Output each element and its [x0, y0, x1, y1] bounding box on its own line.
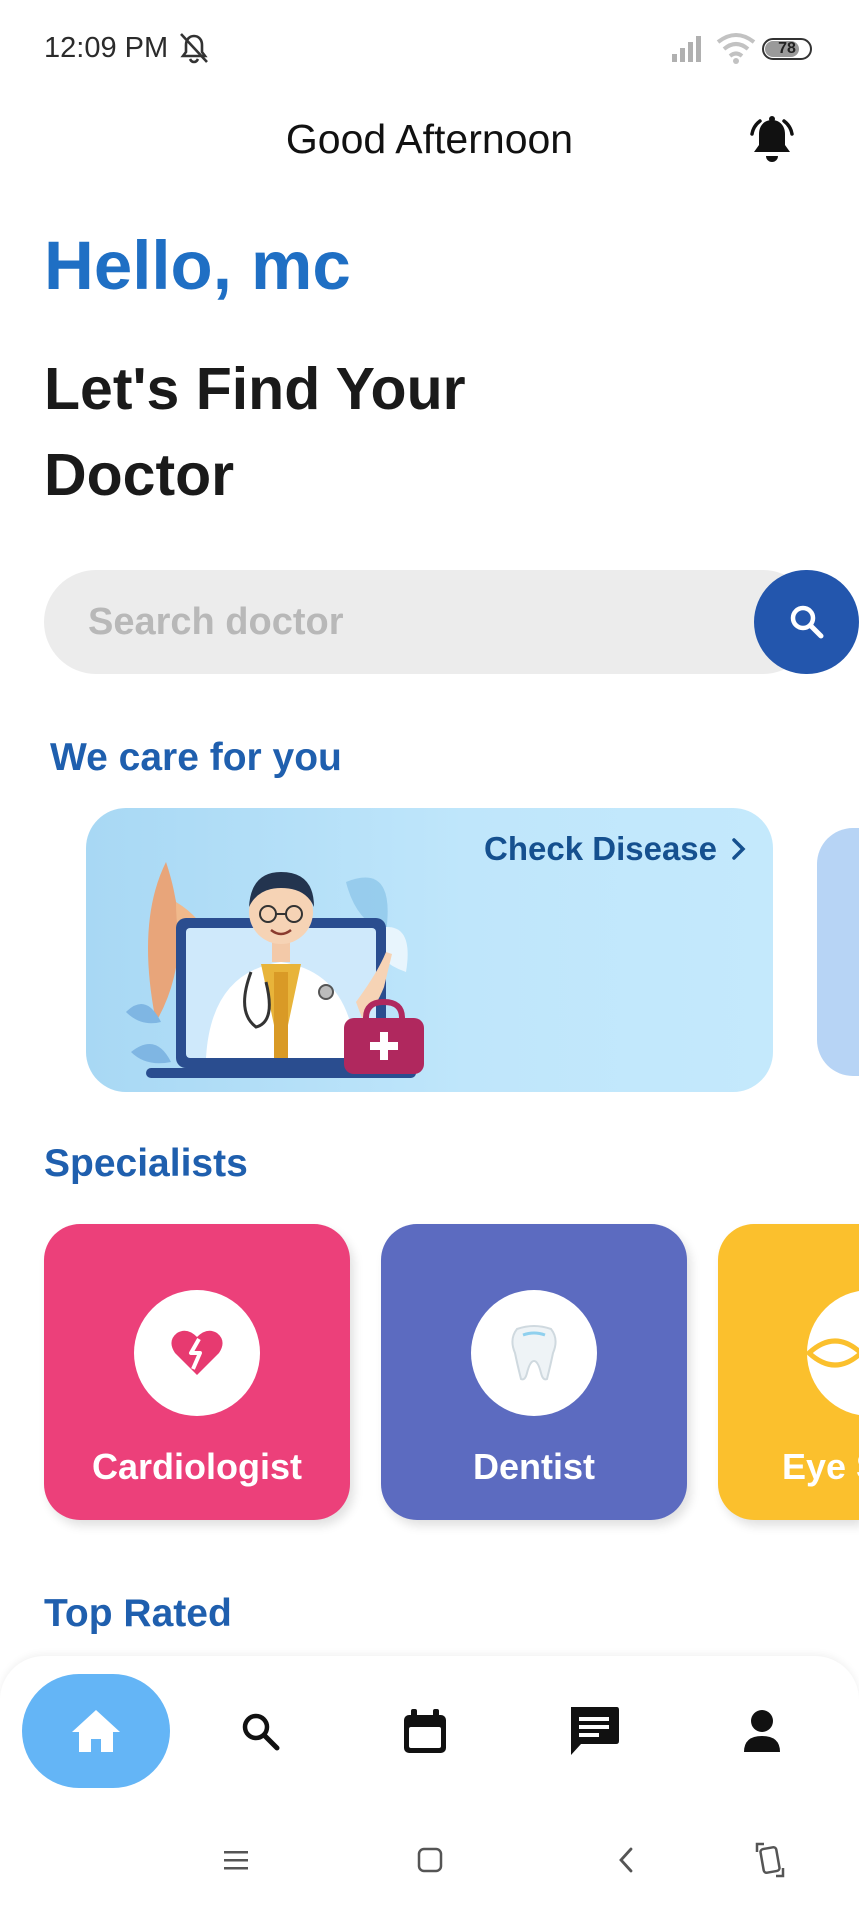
greeting-title: Good Afternoon	[285, 116, 574, 162]
search-bar	[44, 570, 859, 674]
status-time: 12:09 PM	[44, 32, 169, 64]
specialist-label: Cardiologist	[91, 1446, 302, 1487]
chevron-right-icon	[732, 838, 746, 860]
top-rated-section-title: Top Rated	[44, 1592, 232, 1635]
system-nav-bar	[0, 1812, 859, 1908]
specialist-card-dentist[interactable]: Dentist	[381, 1224, 687, 1520]
nav-search[interactable]	[220, 1674, 300, 1788]
system-menu-button[interactable]	[214, 1838, 258, 1882]
menu-icon	[224, 1851, 248, 1870]
nav-profile[interactable]	[722, 1674, 802, 1788]
profile-icon	[744, 1710, 780, 1752]
nav-messages[interactable]	[554, 1674, 634, 1788]
bottom-nav	[0, 1656, 859, 1812]
battery-icon: 78	[762, 38, 812, 60]
specialist-label: Eye S	[782, 1446, 859, 1487]
battery-level: 78	[778, 40, 796, 57]
specialist-icon-circle	[471, 1290, 597, 1416]
search-icon	[242, 1713, 280, 1751]
doctor-illustration	[126, 862, 424, 1078]
system-back-button[interactable]	[604, 1838, 648, 1882]
specialist-label: Dentist	[472, 1446, 595, 1487]
specialist-icon-circle	[807, 1290, 859, 1416]
search-icon	[790, 605, 823, 639]
page-headline: Let's Find Your Doctor	[44, 356, 466, 508]
nav-appointments[interactable]	[385, 1674, 465, 1788]
hello-text: Hello, mc	[44, 227, 351, 304]
check-disease-label: Check Disease	[484, 830, 717, 867]
system-home-button[interactable]	[408, 1838, 452, 1882]
bell-icon[interactable]	[744, 114, 800, 170]
tooth-icon	[511, 1325, 557, 1381]
specialist-card-eye[interactable]: Eye S	[718, 1224, 859, 1520]
chat-icon	[571, 1707, 619, 1755]
check-disease-link[interactable]: Check Disease	[484, 830, 747, 868]
back-icon	[619, 1847, 633, 1873]
mute-icon	[180, 33, 208, 64]
nav-home[interactable]	[22, 1674, 170, 1788]
calendar-icon	[404, 1709, 446, 1753]
system-rotate-button[interactable]	[748, 1838, 792, 1882]
home-square-icon	[417, 1847, 443, 1873]
search-input[interactable]	[44, 570, 724, 674]
care-section-title: We care for you	[50, 736, 342, 779]
eye-icon	[807, 1338, 859, 1368]
app-header: Good Afternoon	[0, 100, 859, 180]
rotate-icon	[755, 1842, 785, 1878]
wifi-icon	[716, 33, 756, 64]
next-banner-peek[interactable]	[817, 828, 859, 1076]
search-button[interactable]	[754, 570, 859, 674]
check-disease-banner[interactable]: Check Disease	[86, 808, 773, 1092]
broken-heart-icon	[171, 1330, 223, 1375]
specialists-section-title: Specialists	[44, 1142, 248, 1185]
specialist-icon-circle	[134, 1290, 260, 1416]
status-bar: 12:09 PM 78	[0, 0, 859, 100]
home-icon	[72, 1710, 120, 1752]
specialist-card-cardiologist[interactable]: Cardiologist	[44, 1224, 350, 1520]
signal-icon	[672, 36, 701, 62]
